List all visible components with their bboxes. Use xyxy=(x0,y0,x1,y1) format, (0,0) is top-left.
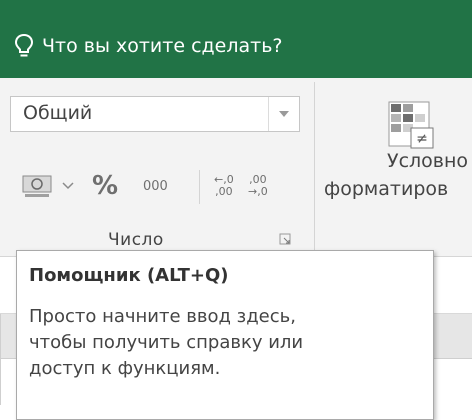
dropdown-arrow-button[interactable] xyxy=(268,97,299,131)
grid-line xyxy=(0,314,1,405)
tooltip-title: Помощник (ALT+Q) xyxy=(29,265,229,286)
tooltip-line: Просто начните ввод здесь, xyxy=(29,306,296,327)
tooltip-line: чтобы получить справку или xyxy=(29,332,304,353)
dialog-launcher-icon[interactable] xyxy=(279,233,291,245)
title-bar: Что вы хотите сделать? xyxy=(0,0,472,78)
conditional-formatting-label-1: Условно xyxy=(387,150,469,172)
accounting-format-button[interactable] xyxy=(22,168,74,204)
lightbulb-icon xyxy=(14,33,34,57)
group-divider xyxy=(314,82,315,250)
comma-style-button[interactable]: 000 xyxy=(143,168,168,204)
increase-decimal-button[interactable]: ←,0 ,00 xyxy=(214,168,234,204)
percent-style-button[interactable]: % xyxy=(92,168,118,204)
decrease-decimal-bottom: →,0 xyxy=(248,185,268,198)
tooltip-line: доступ к функциям. xyxy=(29,358,221,379)
divider xyxy=(199,170,200,204)
tell-me-box[interactable]: Что вы хотите сделать? xyxy=(14,26,283,66)
percent-label: % xyxy=(92,171,119,201)
tell-me-tooltip: Помощник (ALT+Q) Просто начните ввод зде… xyxy=(16,250,434,420)
decrease-decimal-button[interactable]: ,00 →,0 xyxy=(248,168,268,204)
chevron-down-icon xyxy=(279,111,289,117)
comma-label: 000 xyxy=(143,178,168,194)
chevron-down-icon xyxy=(62,182,74,190)
number-group-label: Число xyxy=(108,230,164,250)
increase-decimal-bottom: ,00 xyxy=(215,185,233,198)
tell-me-text: Что вы хотите сделать? xyxy=(42,35,283,57)
ribbon: Общий % 000 ←,0 ,00 ,00 →,0 Число ≠ Усло… xyxy=(0,78,472,257)
svg-text:≠: ≠ xyxy=(416,131,428,147)
conditional-formatting-icon: ≠ xyxy=(388,101,434,149)
currency-icon xyxy=(22,175,52,197)
number-format-value: Общий xyxy=(23,102,93,124)
conditional-formatting-label-2: форматиров xyxy=(324,178,449,200)
number-format-dropdown[interactable]: Общий xyxy=(10,96,300,132)
